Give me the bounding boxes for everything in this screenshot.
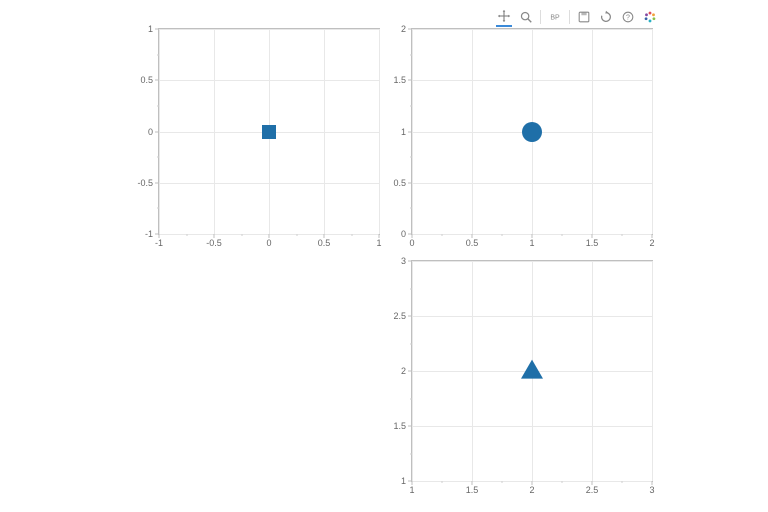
help-tool[interactable]: ?: [620, 9, 636, 25]
plot-area[interactable]: 3 2.5 2 1.5 1 1 1.5 2 2.5 3: [411, 260, 653, 482]
panel-bottom-right: 3 2.5 2 1.5 1 1 1.5 2 2.5 3: [383, 260, 653, 500]
ytick: 0: [148, 127, 159, 137]
panel-top-left: 1 0.5 0 -0.5 -1 -1 -0.5 0 0.5 1: [130, 28, 380, 253]
ytick: 3: [401, 256, 412, 266]
xtick: 0.5: [318, 234, 331, 248]
ytick: 1.5: [393, 75, 412, 85]
square-marker: [262, 125, 276, 139]
ytick: 2: [401, 366, 412, 376]
ytick: 0.5: [140, 75, 159, 85]
ytick: 0.5: [393, 178, 412, 188]
xtick: 0.5: [466, 234, 479, 248]
ytick: 2: [401, 24, 412, 34]
xtick: 1: [529, 234, 534, 248]
pan-tool[interactable]: [496, 8, 512, 27]
ytick: 2.5: [393, 311, 412, 321]
xtick: 0: [409, 234, 414, 248]
xtick: 1: [376, 234, 381, 248]
svg-text:BP: BP: [550, 15, 560, 22]
xtick: -1: [155, 234, 163, 248]
save-tool[interactable]: [576, 9, 592, 25]
ytick: 1: [401, 127, 412, 137]
xtick: 3: [649, 481, 654, 495]
xtick: 1.5: [466, 481, 479, 495]
xtick: 1: [409, 481, 414, 495]
reset-tool[interactable]: [598, 9, 614, 25]
bokeh-logo[interactable]: [642, 9, 658, 25]
xtick: 2: [649, 234, 654, 248]
toolbar-separator: [540, 10, 541, 24]
triangle-marker: [521, 360, 543, 379]
xtick: 0: [266, 234, 271, 248]
toolbar-separator: [569, 10, 570, 24]
figure-stage: BP ?: [0, 0, 768, 512]
panel-top-right: 2 1.5 1 0.5 0 0 0.5 1 1.5 2: [383, 28, 653, 253]
plot-area[interactable]: 1 0.5 0 -0.5 -1 -1 -0.5 0 0.5 1: [158, 28, 380, 235]
svg-text:?: ?: [626, 15, 630, 22]
xtick: 2.5: [586, 481, 599, 495]
ytick: -0.5: [137, 178, 159, 188]
ytick: 1.5: [393, 421, 412, 431]
xtick: 1.5: [586, 234, 599, 248]
plot-area[interactable]: 2 1.5 1 0.5 0 0 0.5 1 1.5 2: [411, 28, 653, 235]
xtick: -0.5: [206, 234, 222, 248]
box-edit-tool[interactable]: BP: [547, 9, 563, 25]
ytick: 1: [148, 24, 159, 34]
box-zoom-tool[interactable]: [518, 9, 534, 25]
circle-marker: [522, 122, 542, 142]
plot-toolbar: BP ?: [496, 8, 658, 26]
xtick: 2: [529, 481, 534, 495]
